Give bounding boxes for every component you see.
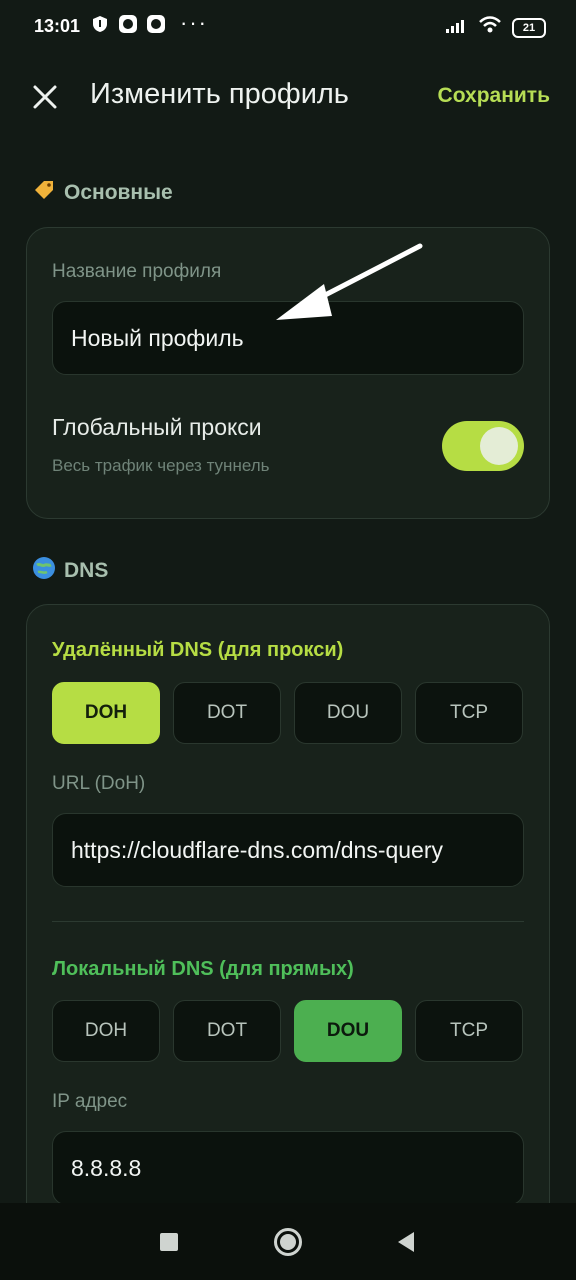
save-button[interactable]: Сохранить [438,84,550,108]
profile-name-label: Название профиля [52,261,222,282]
local-dns-selector: DOH DOT DOU TCP [52,1000,523,1062]
shield-icon [90,14,110,34]
dns-card: Удалённый DNS (для прокси) DOH DOT DOU T… [26,604,550,1246]
section-title-dns: DNS [32,556,108,586]
local-dns-ip-input[interactable]: 8.8.8.8 [52,1131,524,1205]
tag-icon [32,178,56,208]
app-icon [146,14,166,34]
global-proxy-toggle[interactable] [442,421,524,471]
local-dns-option-dot[interactable]: DOT [173,1000,281,1062]
local-dns-title: Локальный DNS (для прямых) [52,958,354,980]
remote-dns-option-tcp[interactable]: TCP [415,682,523,744]
app-icon [118,14,138,34]
section-title-basic: Основные [32,178,173,208]
pointer-arrow-icon [276,243,423,320]
toggle-knob [480,427,518,465]
remote-dns-option-dou[interactable]: DOU [294,682,402,744]
remote-dns-title: Удалённый DNS (для прокси) [52,639,344,661]
section-title-dns-label: DNS [64,559,109,582]
recents-button[interactable] [160,1233,178,1251]
remote-dns-url-input[interactable]: https://cloudflare-dns.com/dns-query [52,813,524,887]
close-icon [33,85,57,109]
status-right-icons: 21 [446,16,546,39]
remote-dns-option-dot[interactable]: DOT [173,682,281,744]
local-dns-option-dou[interactable]: DOU [294,1000,402,1062]
global-proxy-hint: Весь трафик через туннель [52,456,270,475]
remote-dns-selector: DOH DOT DOU TCP [52,682,523,744]
wifi-icon [478,16,502,39]
back-button[interactable] [396,1231,416,1258]
signal-icon [446,17,468,38]
dns-divider [52,921,524,922]
close-button[interactable] [26,78,64,116]
status-left-icons [90,14,166,34]
home-button[interactable] [274,1228,302,1256]
remote-dns-url-label: URL (DoH) [52,773,146,794]
battery-icon: 21 [512,17,546,38]
page-title: Изменить профиль [90,78,349,110]
remote-dns-option-doh[interactable]: DOH [52,682,160,744]
local-dns-ip-label: IP адрес [52,1091,128,1112]
back-icon [398,1232,414,1252]
status-time: 13:01 [34,16,81,36]
global-proxy-label: Глобальный прокси [52,414,262,440]
local-dns-option-doh[interactable]: DOH [52,1000,160,1062]
more-icon: ··· [180,10,208,35]
globe-icon [32,556,56,586]
local-dns-option-tcp[interactable]: TCP [415,1000,523,1062]
section-title-basic-label: Основные [64,181,173,204]
